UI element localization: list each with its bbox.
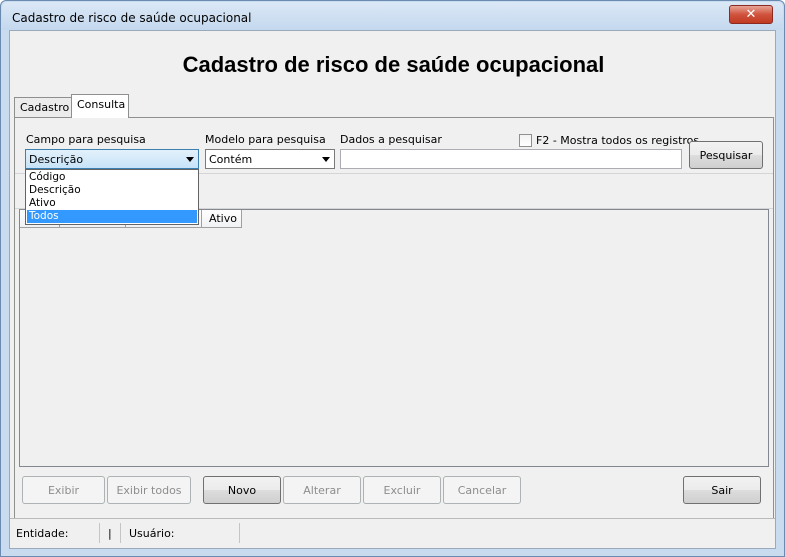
close-icon: ✕ <box>745 7 757 22</box>
campo-pesquisa-label: Campo para pesquisa <box>26 133 146 146</box>
exibir-todos-button-label: Exibir todos <box>116 483 182 497</box>
results-grid[interactable]: Código Descrição Ativo <box>19 209 769 467</box>
modelo-pesquisa-select[interactable]: Contém <box>205 149 335 169</box>
novo-button-label: Novo <box>227 483 257 497</box>
sair-button-label: Sair <box>711 483 733 497</box>
alterar-button-label: Alterar <box>303 483 341 497</box>
dropdown-option-todos[interactable]: Todos <box>27 210 197 223</box>
cancelar-button[interactable]: Cancelar <box>443 476 521 504</box>
exibir-button-label: Exibir <box>47 483 80 497</box>
title-bar[interactable]: Cadastro de risco de saúde ocupacional ✕ <box>2 2 783 30</box>
alterar-button[interactable]: Alterar <box>283 476 361 504</box>
entidade-label: Entidade: <box>16 527 69 540</box>
status-separator <box>239 523 240 543</box>
usuario-label: Usuário: <box>129 527 175 540</box>
chevron-down-icon <box>322 157 330 162</box>
page-title: Cadastro de risco de saúde ocupacional <box>182 52 605 77</box>
dados-pesquisar-input[interactable] <box>340 149 682 169</box>
tab-cadastro[interactable]: Cadastro <box>14 97 72 117</box>
pesquisar-button[interactable]: Pesquisar <box>689 141 763 169</box>
modelo-pesquisa-value: Contém <box>209 153 253 166</box>
status-bar: Entidade: | Usuário: <box>10 518 775 548</box>
f2-checkbox[interactable] <box>519 134 532 147</box>
status-divider: | <box>108 527 112 540</box>
exibir-todos-button[interactable]: Exibir todos <box>107 476 191 504</box>
close-button[interactable]: ✕ <box>729 5 773 24</box>
f2-label: F2 - Mostra todos os registros <box>536 134 700 147</box>
campo-pesquisa-value: Descrição <box>29 153 84 166</box>
exibir-button[interactable]: Exibir <box>22 476 105 504</box>
tab-consulta[interactable]: Consulta <box>71 94 129 118</box>
excluir-button-label: Excluir <box>383 483 421 497</box>
application-window: Cadastro de risco de saúde ocupacional ✕… <box>0 0 785 557</box>
cancelar-button-label: Cancelar <box>457 483 507 497</box>
modelo-pesquisa-label: Modelo para pesquisa <box>205 133 326 146</box>
dropdown-option-codigo[interactable]: Código <box>27 171 197 184</box>
chevron-down-icon <box>186 157 194 162</box>
novo-button[interactable]: Novo <box>203 476 281 504</box>
excluir-button[interactable]: Excluir <box>363 476 441 504</box>
form-client-area: Cadastro de risco de saúde ocupacional C… <box>9 30 776 549</box>
dados-pesquisar-label: Dados a pesquisar <box>340 133 442 146</box>
dropdown-option-descricao[interactable]: Descrição <box>27 184 197 197</box>
grid-column-ativo[interactable]: Ativo <box>202 210 242 228</box>
window-title: Cadastro de risco de saúde ocupacional <box>12 11 252 25</box>
status-separator <box>99 523 100 543</box>
pesquisar-button-label: Pesquisar <box>699 148 753 162</box>
sair-button[interactable]: Sair <box>683 476 761 504</box>
campo-pesquisa-dropdown[interactable]: Código Descrição Ativo Todos <box>25 169 199 225</box>
status-separator <box>120 523 121 543</box>
dropdown-option-ativo[interactable]: Ativo <box>27 197 197 210</box>
campo-pesquisa-select[interactable]: Descrição <box>25 149 199 169</box>
